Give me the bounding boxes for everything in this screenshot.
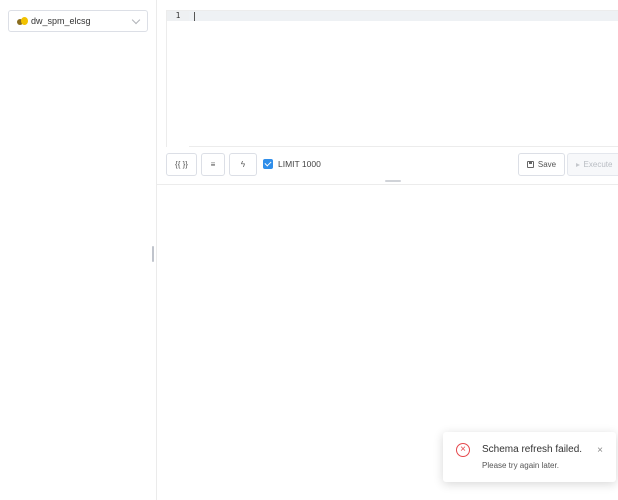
database-select[interactable]: dw_spm_elcsg [8, 10, 148, 32]
quick-action-button[interactable]: ϟ [229, 153, 257, 176]
editor-toolbar: {{ }} ≡ ϟ LIMIT 1000 Save Execute [166, 153, 618, 177]
save-button-label: Save [537, 160, 557, 169]
close-icon[interactable]: × [597, 445, 603, 456]
results-resize-handle[interactable] [385, 180, 401, 182]
line-number: 1 [167, 11, 189, 21]
execute-button-label: Execute [583, 160, 613, 169]
save-button[interactable]: Save [518, 153, 565, 176]
sidebar-resize-handle[interactable] [152, 246, 154, 262]
braces-icon: {{ }} [175, 160, 188, 169]
sidebar: dw_spm_elcsg [0, 0, 157, 500]
database-select-value: dw_spm_elcsg [31, 16, 91, 26]
limit-checkbox[interactable] [263, 159, 273, 169]
indent-icon: ≡ [210, 160, 216, 169]
limit-label: LIMIT 1000 [278, 159, 321, 169]
sql-editor[interactable]: 1 [166, 10, 618, 147]
notification-title: Schema refresh failed. [482, 444, 583, 455]
execute-button[interactable]: Execute [567, 153, 618, 176]
chevron-down-icon [131, 15, 141, 25]
text-caret [194, 12, 195, 21]
save-icon [526, 161, 534, 168]
notification-message: Please try again later. [482, 461, 559, 470]
lightning-icon: ϟ [240, 160, 246, 169]
editor-gutter: 1 [167, 11, 189, 147]
error-notification: × Schema refresh failed. Please try agai… [443, 432, 616, 482]
indent-button[interactable]: ≡ [201, 153, 225, 176]
app-root: dw_spm_elcsg 1 {{ }} ≡ ϟ LIMIT 1000 Save [0, 0, 618, 500]
active-line-highlight [189, 11, 618, 21]
error-icon: × [456, 443, 470, 457]
play-icon [575, 162, 580, 167]
limit-toggle[interactable]: LIMIT 1000 [263, 159, 321, 169]
database-icon [17, 16, 28, 27]
format-button[interactable]: {{ }} [166, 153, 197, 176]
results-divider [157, 184, 618, 185]
